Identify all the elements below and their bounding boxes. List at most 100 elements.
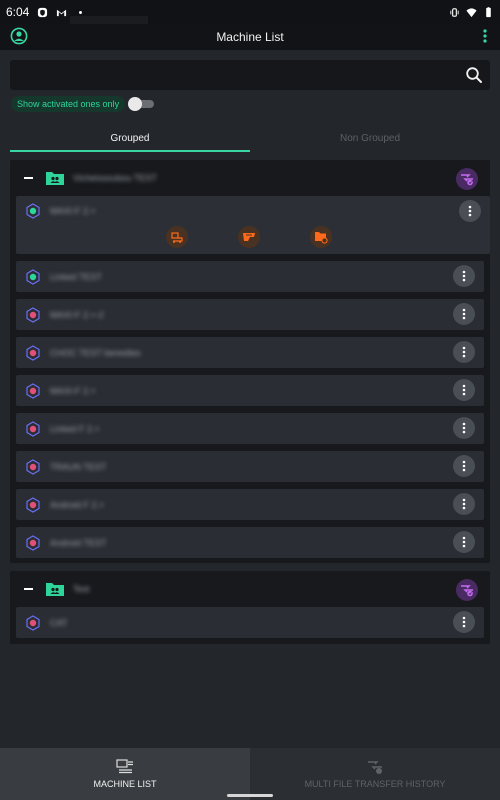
group-header[interactable]: Test bbox=[10, 571, 490, 607]
machine-name: Linked F 2.+ bbox=[50, 423, 100, 434]
profile-icon[interactable] bbox=[10, 27, 28, 45]
machine-row[interactable]: Android TEST bbox=[16, 527, 484, 558]
group-name: Test bbox=[73, 584, 90, 594]
tab-grouped[interactable]: Grouped bbox=[10, 124, 250, 152]
search-input[interactable] bbox=[10, 60, 490, 90]
overflow-menu-icon[interactable] bbox=[480, 27, 490, 45]
more-vertical-icon bbox=[462, 616, 466, 628]
machine-menu-button[interactable] bbox=[459, 200, 481, 222]
group-header[interactable]: Vicheissoubou TEST bbox=[10, 160, 490, 196]
collapse-icon[interactable] bbox=[24, 588, 33, 590]
machine-transfer-icon bbox=[171, 232, 183, 243]
bottom-navigation: MACHINE LIST MULTI FILE TRANSFER HISTORY bbox=[0, 748, 500, 800]
more-vertical-icon bbox=[468, 205, 472, 217]
wifi-icon bbox=[466, 7, 477, 17]
gmail-icon bbox=[57, 9, 67, 16]
machine-row[interactable]: TRAUN TEST bbox=[16, 451, 484, 482]
machine-menu-button[interactable] bbox=[453, 417, 475, 439]
tab-label: Grouped bbox=[110, 132, 150, 144]
folder-settings-button[interactable] bbox=[310, 226, 332, 248]
more-vertical-icon bbox=[462, 536, 466, 548]
machine-group: Test CAT bbox=[10, 571, 490, 644]
machine-menu-button[interactable] bbox=[453, 265, 475, 287]
machine-name: Linked TEST bbox=[50, 271, 102, 282]
machine-row[interactable]: MAXI-F 2.+-2 bbox=[16, 299, 484, 330]
group-folder-icon bbox=[46, 172, 64, 185]
machine-menu-button[interactable] bbox=[453, 379, 475, 401]
send-files-button[interactable] bbox=[238, 226, 260, 248]
shield-badge-icon bbox=[38, 7, 48, 17]
more-vertical-icon bbox=[462, 308, 466, 320]
tab-indicator bbox=[10, 150, 250, 152]
machine-name: MAXI-F 2.+-2 bbox=[50, 309, 104, 320]
home-indicator bbox=[227, 794, 273, 797]
machine-row[interactable]: MAXI-F 2.+ bbox=[16, 375, 484, 406]
app-bar: Machine List bbox=[0, 24, 500, 50]
machine-transfer-button[interactable] bbox=[166, 226, 188, 248]
group-folder-icon bbox=[46, 583, 64, 596]
nav-label: MULTI FILE TRANSFER HISTORY bbox=[304, 779, 446, 789]
machine-row[interactable]: MAXI-F 2.+ bbox=[16, 196, 490, 254]
search-icon[interactable] bbox=[465, 66, 483, 84]
machine-status-icon bbox=[26, 420, 40, 437]
more-vertical-icon bbox=[462, 384, 466, 396]
view-tabs: Grouped Non Grouped bbox=[10, 124, 490, 152]
machine-menu-button[interactable] bbox=[453, 455, 475, 477]
machine-status-icon bbox=[26, 614, 40, 631]
group-name: Vicheissoubou TEST bbox=[73, 173, 157, 183]
machine-status-icon bbox=[26, 268, 40, 285]
machine-group: Vicheissoubou TEST MAXI-F 2.+ Linked TES… bbox=[10, 160, 490, 563]
tab-label: Non Grouped bbox=[339, 132, 401, 144]
machine-menu-button[interactable] bbox=[453, 341, 475, 363]
page-title: Machine List bbox=[216, 30, 284, 44]
machine-status-icon bbox=[26, 382, 40, 399]
nav-multi-file-transfer-history[interactable]: MULTI FILE TRANSFER HISTORY bbox=[250, 748, 500, 800]
machine-row[interactable]: CHOC TEST bereelles bbox=[16, 337, 484, 368]
machine-name: CHOC TEST bereelles bbox=[50, 347, 141, 358]
machine-status-icon bbox=[26, 344, 40, 361]
tab-non-grouped[interactable]: Non Grouped bbox=[250, 124, 490, 152]
more-vertical-icon bbox=[462, 422, 466, 434]
collapse-icon[interactable] bbox=[24, 177, 33, 179]
machine-menu-button[interactable] bbox=[453, 303, 475, 325]
more-vertical-icon bbox=[462, 498, 466, 510]
machine-menu-button[interactable] bbox=[453, 611, 475, 633]
show-activated-label: Show activated ones only bbox=[11, 96, 126, 112]
machine-menu-button[interactable] bbox=[453, 493, 475, 515]
machine-status-icon bbox=[26, 203, 40, 219]
machine-row[interactable]: CAT bbox=[16, 607, 484, 638]
machine-name: MAXI-F 2.+ bbox=[50, 206, 96, 216]
machine-status-icon bbox=[26, 534, 40, 551]
group-transfer-button[interactable] bbox=[456, 168, 478, 190]
machine-name: CAT bbox=[50, 617, 68, 628]
machine-row[interactable]: Linked F 2.+ bbox=[16, 413, 484, 444]
more-vertical-icon bbox=[462, 460, 466, 472]
battery-icon bbox=[486, 6, 491, 17]
machine-list-icon bbox=[116, 759, 133, 774]
machine-action-bar bbox=[166, 226, 332, 248]
machine-name: TRAUN TEST bbox=[50, 461, 107, 472]
machine-name: MAXI-F 2.+ bbox=[50, 385, 96, 396]
group-transfer-button[interactable] bbox=[456, 579, 478, 601]
group-transfer-icon bbox=[461, 174, 473, 186]
status-time: 6:04 bbox=[6, 5, 30, 19]
show-activated-toggle[interactable] bbox=[128, 97, 154, 111]
machine-menu-button[interactable] bbox=[453, 531, 475, 553]
more-vertical-icon bbox=[462, 346, 466, 358]
toggle-knob bbox=[128, 97, 142, 111]
status-redacted-area bbox=[70, 16, 148, 24]
group-transfer-icon bbox=[461, 585, 473, 597]
machine-status-icon bbox=[26, 458, 40, 475]
search-box bbox=[10, 60, 490, 90]
folder-settings-icon bbox=[315, 232, 328, 244]
machine-row[interactable]: Android F 2.+ bbox=[16, 489, 484, 520]
nav-machine-list[interactable]: MACHINE LIST bbox=[0, 748, 250, 800]
machine-name: Android TEST bbox=[50, 537, 107, 548]
machine-row[interactable]: Linked TEST bbox=[16, 261, 484, 292]
transfer-history-icon bbox=[368, 761, 382, 774]
machine-status-icon bbox=[26, 496, 40, 513]
send-files-icon bbox=[243, 233, 255, 241]
more-vertical-icon bbox=[462, 270, 466, 282]
nav-label: MACHINE LIST bbox=[93, 779, 157, 789]
vibrate-icon bbox=[450, 7, 459, 17]
